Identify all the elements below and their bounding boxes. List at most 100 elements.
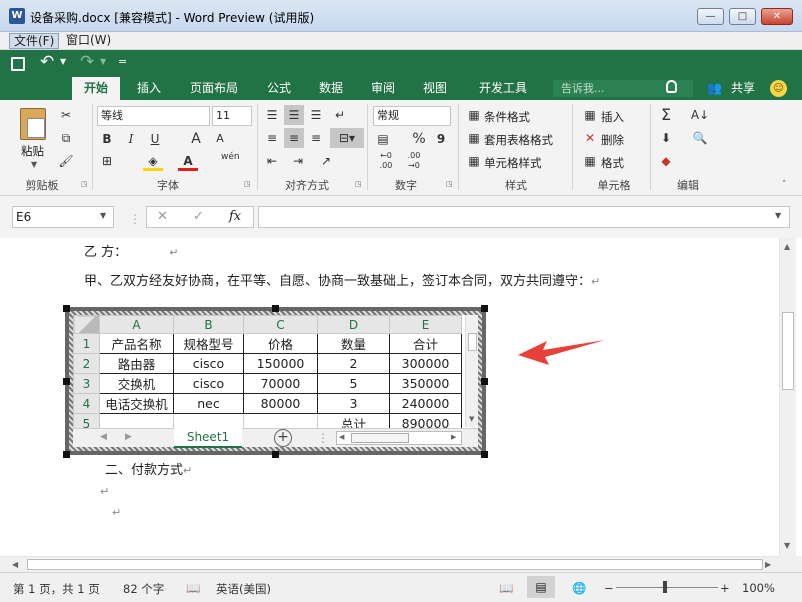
hscroll-thumb[interactable]: [351, 433, 409, 443]
font-color-button[interactable]: A: [178, 151, 198, 171]
percent-button[interactable]: %: [409, 129, 429, 149]
orientation-icon[interactable]: ↗: [316, 151, 336, 171]
insert-function-button[interactable]: fx: [229, 209, 241, 224]
table-format-button[interactable]: 套用表格格式: [484, 132, 553, 148]
tab-insert[interactable]: 插入: [126, 77, 172, 100]
delete-cells-button[interactable]: 删除: [601, 132, 624, 148]
table-cell[interactable]: 3: [317, 393, 390, 414]
table-cell[interactable]: 产品名称: [99, 333, 174, 354]
table-cell[interactable]: cisco: [173, 353, 244, 374]
add-sheet-button[interactable]: +: [274, 429, 292, 447]
underline-button[interactable]: U: [145, 129, 165, 149]
tab-page-layout[interactable]: 页面布局: [180, 77, 248, 100]
tab-data[interactable]: 数据: [310, 77, 352, 100]
sheet-scroll-thumb[interactable]: [468, 333, 477, 351]
undo-icon[interactable]: ↶: [40, 52, 54, 72]
wrap-text-icon[interactable]: ↵: [330, 105, 350, 125]
cancel-icon[interactable]: ✕: [157, 209, 168, 224]
vertical-scroll-thumb[interactable]: [782, 312, 794, 390]
number-format-combo[interactable]: 常规: [373, 106, 451, 126]
tab-view[interactable]: 视图: [414, 77, 456, 100]
table-cell[interactable]: 240000: [389, 393, 462, 414]
paste-icon[interactable]: [20, 108, 46, 140]
format-painter-icon[interactable]: 🖌: [56, 151, 76, 171]
table-cell[interactable]: cisco: [173, 373, 244, 394]
fill-icon[interactable]: ⬇: [656, 128, 676, 148]
tab-home[interactable]: 开始: [72, 77, 120, 100]
resize-handle[interactable]: [63, 451, 70, 458]
print-layout-icon[interactable]: ▤: [527, 576, 555, 598]
vertical-scrollbar[interactable]: ▲ ▼: [779, 238, 796, 556]
redo-icon[interactable]: ↷: [80, 52, 94, 72]
font-size-combo[interactable]: 11: [212, 106, 252, 126]
table-cell[interactable]: 350000: [389, 373, 462, 394]
clipboard-launcher-icon[interactable]: ◳: [81, 180, 88, 188]
embedded-excel-object[interactable]: A B C D E 1 产品名称 规格型号 价格 数量 合计 2 路由器 cis…: [65, 307, 486, 455]
sort-filter-icon[interactable]: A↓: [690, 105, 710, 125]
scroll-left-icon[interactable]: ◀: [12, 560, 18, 569]
read-mode-icon[interactable]: 📖: [499, 581, 513, 595]
shrink-font-button[interactable]: A: [210, 129, 230, 149]
resize-handle[interactable]: [481, 305, 488, 312]
alignment-launcher-icon[interactable]: ◳: [355, 180, 362, 188]
resize-handle[interactable]: [272, 451, 279, 458]
clear-icon[interactable]: ◆: [656, 151, 676, 171]
resize-handle[interactable]: [481, 378, 488, 385]
sheet-vertical-scrollbar[interactable]: ▼: [465, 315, 478, 427]
increase-decimal-icon[interactable]: ←0.00: [376, 151, 396, 171]
insert-cells-button[interactable]: 插入: [601, 109, 624, 125]
cell-style-button[interactable]: 单元格样式: [484, 155, 542, 171]
maximize-button[interactable]: □: [729, 8, 756, 25]
horizontal-scrollbar[interactable]: ◀ ▶: [0, 556, 779, 572]
comma-style-button[interactable]: 9: [431, 129, 451, 149]
table-cell[interactable]: 70000: [243, 373, 318, 394]
table-cell[interactable]: 规格型号: [173, 333, 244, 354]
enter-icon[interactable]: ✓: [193, 209, 204, 224]
table-cell[interactable]: 5: [317, 373, 390, 394]
sheet-tab-sheet1[interactable]: Sheet1: [174, 428, 242, 448]
table-cell[interactable]: 合计: [389, 333, 462, 354]
customize-qat-icon[interactable]: =: [118, 55, 127, 68]
accounting-format-icon[interactable]: ▤: [373, 129, 393, 149]
align-right-icon[interactable]: ≡: [306, 128, 326, 148]
table-cell[interactable]: 数量: [317, 333, 390, 354]
web-layout-icon[interactable]: 🌐: [572, 581, 586, 595]
menu-file[interactable]: 文件(F): [9, 33, 60, 49]
merge-center-icon[interactable]: ⊟▾: [330, 128, 364, 148]
table-cell[interactable]: 路由器: [99, 353, 174, 374]
horizontal-scroll-thumb[interactable]: [27, 559, 763, 570]
conditional-format-button[interactable]: 条件格式: [484, 109, 530, 125]
table-cell[interactable]: 2: [317, 353, 390, 374]
scroll-up-icon[interactable]: ▲: [784, 242, 790, 251]
table-cell[interactable]: nec: [173, 393, 244, 414]
decrease-decimal-icon[interactable]: .00 →0: [404, 151, 424, 171]
column-header-b[interactable]: B: [173, 315, 244, 334]
align-left-icon[interactable]: ≡: [262, 128, 282, 148]
borders-icon[interactable]: ⊞: [97, 151, 117, 171]
resize-handle[interactable]: [272, 305, 279, 312]
table-cell[interactable]: 交换机: [99, 373, 174, 394]
zoom-slider[interactable]: [616, 581, 718, 593]
row-header[interactable]: 4: [73, 393, 100, 414]
phonetic-button[interactable]: wén: [221, 152, 240, 162]
cut-icon[interactable]: ✂: [56, 105, 76, 125]
tab-split-icon[interactable]: ⋮: [317, 431, 329, 445]
sheet-prev-icon[interactable]: ◀: [100, 432, 107, 442]
hscroll-left-icon[interactable]: ◀: [339, 433, 344, 441]
align-center-icon[interactable]: ≡: [284, 128, 304, 148]
name-box-dropdown-icon[interactable]: ▼: [100, 211, 106, 220]
row-header[interactable]: 2: [73, 353, 100, 374]
select-all-corner[interactable]: [73, 315, 100, 334]
copy-icon[interactable]: ⧉: [56, 128, 76, 148]
name-box[interactable]: E6: [12, 206, 114, 228]
language[interactable]: 英语(美国): [216, 581, 271, 597]
align-bottom-icon[interactable]: ☰: [306, 105, 326, 125]
resize-handle[interactable]: [481, 451, 488, 458]
row-header[interactable]: 1: [73, 333, 100, 354]
zoom-in-button[interactable]: +: [720, 581, 730, 595]
zoom-out-button[interactable]: −: [604, 581, 614, 595]
find-select-icon[interactable]: 🔍: [690, 128, 710, 148]
font-name-combo[interactable]: 等线: [97, 106, 210, 126]
column-header-c[interactable]: C: [243, 315, 318, 334]
resize-handle[interactable]: [63, 378, 70, 385]
